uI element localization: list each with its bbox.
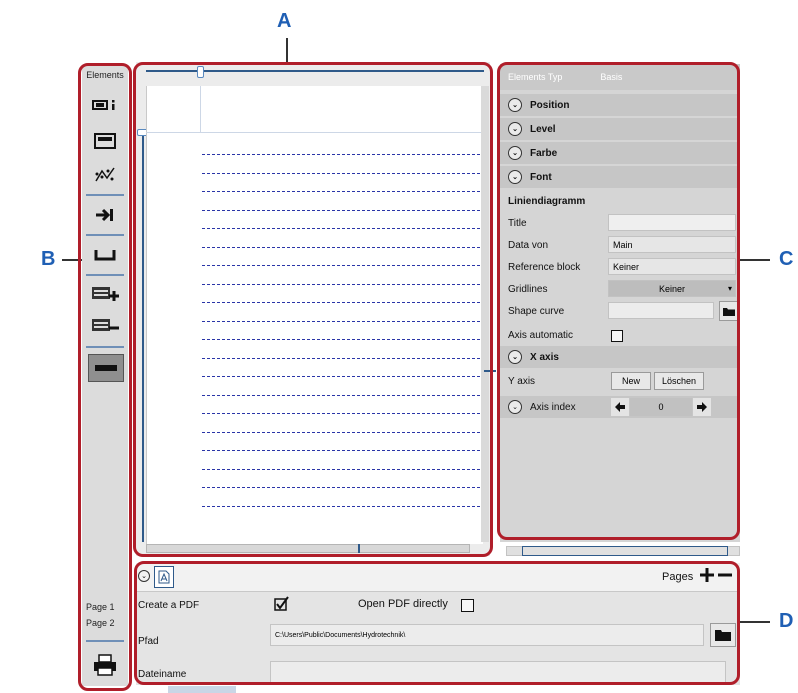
callout-b: B [41,248,56,270]
callout-a: A [277,10,292,32]
region-d-frame [134,561,740,685]
panel-scroll-thumb[interactable] [522,546,728,556]
region-a-frame [133,62,493,557]
callout-d: D [779,610,794,632]
region-b-frame [78,63,132,691]
callout-c: C [779,248,794,270]
region-c-frame [497,62,740,540]
status-tab [168,686,236,693]
